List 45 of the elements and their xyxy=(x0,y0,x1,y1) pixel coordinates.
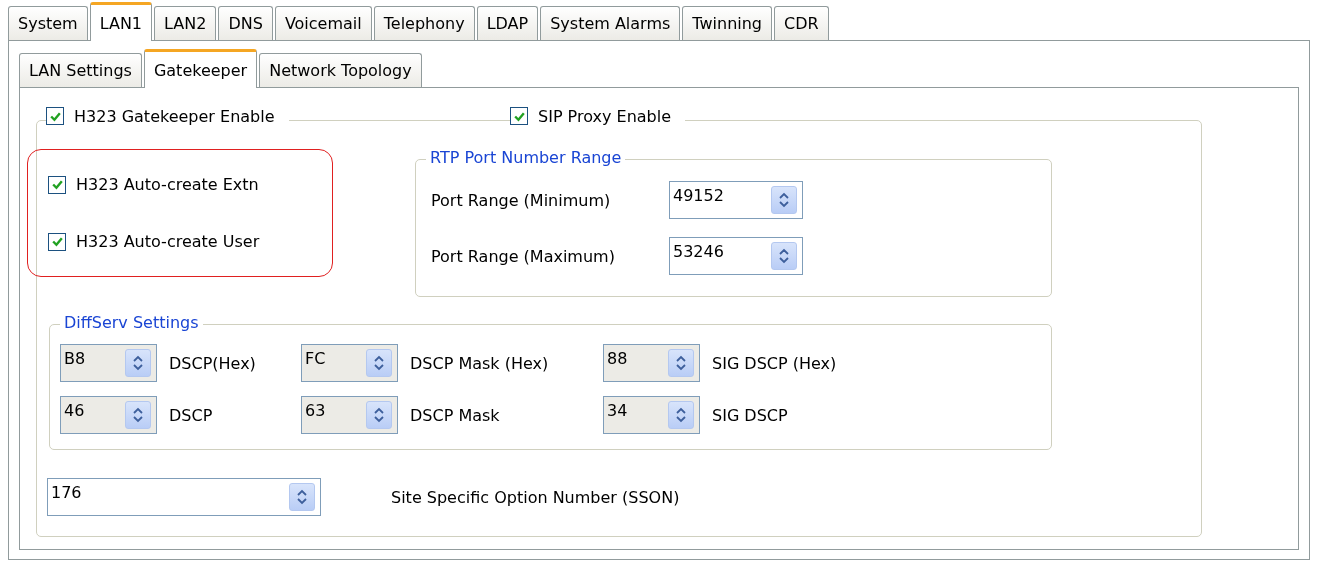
spin-arrows-icon xyxy=(297,489,307,505)
field-label: Port Range (Minimum) xyxy=(431,190,612,210)
checkbox[interactable]: SIP Proxy Enable xyxy=(510,102,672,130)
group-title: RTP Port Number Range xyxy=(426,148,626,167)
checkmark-icon xyxy=(50,178,64,191)
checkbox[interactable]: H323 Auto-create Extn xyxy=(48,170,312,199)
tab[interactable]: LAN2 xyxy=(154,6,217,40)
spin-arrows-icon xyxy=(779,248,789,264)
tab[interactable]: System Alarms xyxy=(540,6,681,40)
spin-field[interactable]: 49152 xyxy=(669,181,803,219)
tab[interactable]: LDAP xyxy=(476,6,539,40)
field-label: SIG DSCP xyxy=(711,405,788,425)
spin-field[interactable]: 176 xyxy=(47,478,321,516)
field-label: DSCP(Hex) xyxy=(168,353,256,373)
checkbox[interactable]: H323 Auto-create User xyxy=(48,227,312,256)
spin-arrows-icon xyxy=(133,355,143,371)
spin-arrows-icon xyxy=(779,192,789,208)
spin-button[interactable] xyxy=(771,242,797,270)
tab[interactable]: LAN Settings xyxy=(19,53,142,87)
tab[interactable]: Gatekeeper xyxy=(143,49,258,88)
tab[interactable]: System xyxy=(8,6,88,40)
spin-arrows-icon xyxy=(374,407,384,423)
tab[interactable]: LAN1 xyxy=(89,2,153,41)
spin-field[interactable]: 53246 xyxy=(669,237,803,275)
field-label: Site Specific Option Number (SSON) xyxy=(391,487,680,507)
spin-button[interactable] xyxy=(289,483,315,511)
tab[interactable]: Twinning xyxy=(682,6,773,40)
field-label: DSCP xyxy=(168,405,213,425)
field-label: DSCP Mask (Hex) xyxy=(409,353,549,373)
field-label: Port Range (Maximum) xyxy=(431,246,616,266)
field-label: SIG DSCP (Hex) xyxy=(711,353,837,373)
field-label: DSCP Mask xyxy=(409,405,500,425)
spin-button[interactable] xyxy=(771,186,797,214)
tab[interactable]: Network Topology xyxy=(259,53,422,87)
tab[interactable]: CDR xyxy=(774,6,829,40)
tab[interactable]: Telephony xyxy=(373,6,475,40)
spin-arrows-icon xyxy=(133,407,143,423)
group-title: DiffServ Settings xyxy=(60,313,203,332)
tab[interactable]: DNS xyxy=(218,6,273,40)
spin-arrows-icon xyxy=(374,355,384,371)
spin-arrows-icon xyxy=(676,407,686,423)
checkmark-icon xyxy=(50,235,64,248)
spin-arrows-icon xyxy=(676,355,686,371)
tab[interactable]: Voicemail xyxy=(274,6,372,40)
checkbox[interactable]: H323 Gatekeeper Enable xyxy=(46,102,275,130)
